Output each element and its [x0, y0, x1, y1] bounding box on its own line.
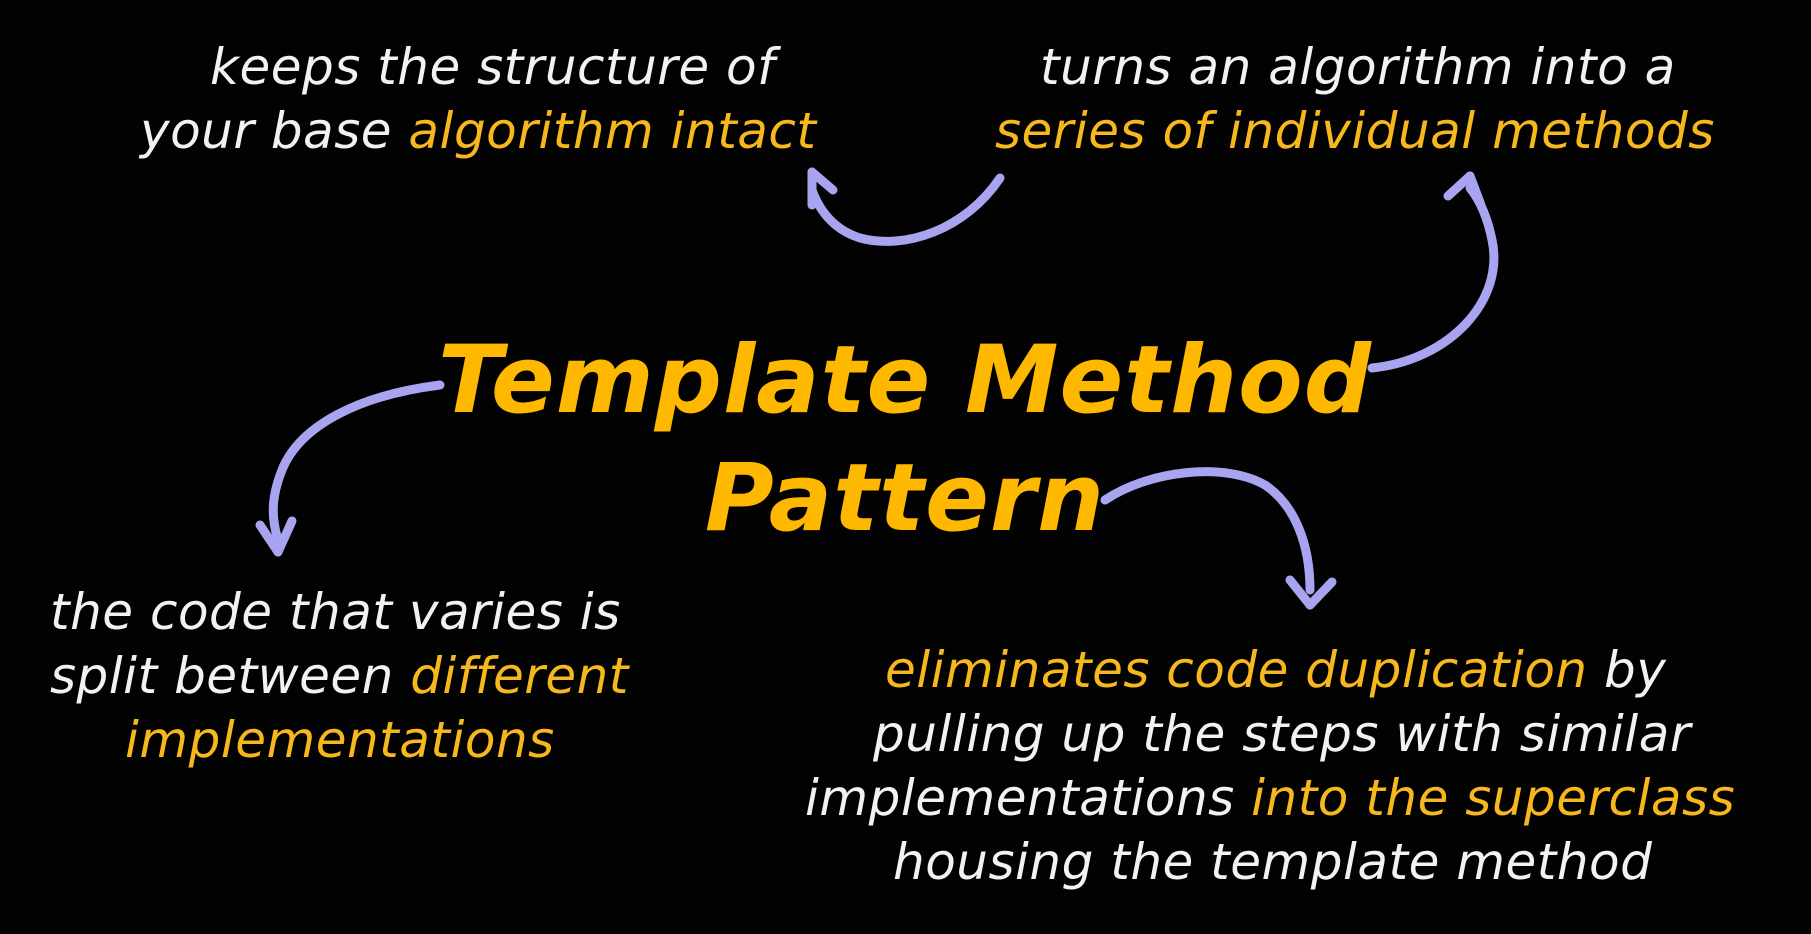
note-bottom-left-line1: the code that varies is [50, 580, 629, 644]
note-text: housing the template method [893, 833, 1653, 891]
note-text: the code that varies is [50, 583, 621, 641]
note-bottom-left-line2: split between different [50, 644, 629, 708]
note-highlight: different [410, 647, 629, 705]
note-top-right-line2: series of individual methods [995, 99, 1715, 163]
title-line-2: Pattern [704, 444, 1106, 553]
note-highlight: series of individual methods [995, 102, 1715, 160]
note-highlight: eliminates code duplication [885, 641, 1588, 699]
note-top-left-line2: your base algorithm intact [140, 99, 817, 163]
note-top-right: turns an algorithm into a series of indi… [995, 35, 1715, 163]
note-top-left: keeps the structure of your base algorit… [140, 35, 817, 163]
note-text: pulling up the steps with similar [873, 705, 1691, 763]
note-top-left-line1: keeps the structure of [140, 35, 817, 99]
title-line-1: Template Method [437, 326, 1373, 435]
note-top-right-line1: turns an algorithm into a [995, 35, 1715, 99]
note-bottom-left: the code that varies is split between di… [50, 580, 629, 772]
note-highlight: algorithm intact [408, 102, 817, 160]
arrow-to-top-left [807, 167, 1005, 246]
note-bottom-right-line2: pulling up the steps with similar [805, 702, 1735, 766]
note-highlight: into the superclass [1251, 769, 1736, 827]
diagram-title: Template Method Pattern [405, 322, 1405, 558]
note-highlight: implementations [125, 711, 555, 769]
note-text: turns an algorithm into a [1040, 38, 1676, 96]
note-text: your base [140, 102, 409, 160]
diagram-canvas: keeps the structure of your base algorit… [0, 0, 1811, 934]
note-text: by [1587, 641, 1667, 699]
note-bottom-right: eliminates code duplication by pulling u… [805, 638, 1735, 894]
note-text: split between [50, 647, 411, 705]
note-text: keeps the structure of [210, 38, 776, 96]
note-bottom-right-line1: eliminates code duplication by [805, 638, 1735, 702]
note-bottom-right-line3: implementations into the superclass [805, 766, 1735, 830]
note-bottom-right-line4: housing the template method [805, 830, 1735, 894]
note-bottom-left-line3: implementations [50, 708, 629, 772]
note-text: implementations [805, 769, 1252, 827]
